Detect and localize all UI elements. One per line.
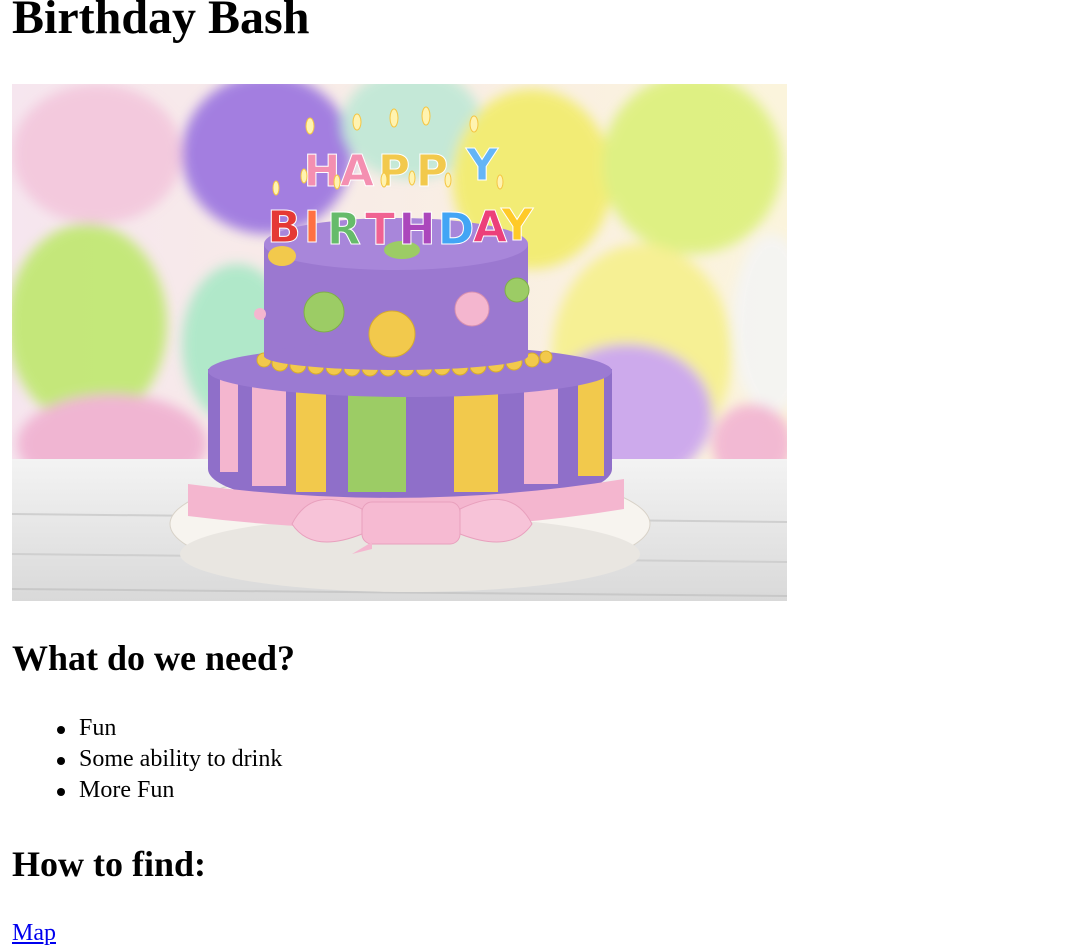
svg-text:Y: Y [465, 140, 499, 191]
list-item: More Fun [12, 775, 282, 806]
svg-text:Y: Y [500, 200, 534, 251]
svg-text:A: A [340, 146, 374, 197]
svg-text:P: P [416, 146, 448, 197]
list-item: Some ability to drink [12, 744, 282, 775]
svg-text:B: B [267, 202, 301, 253]
page-title: Birthday Bash [12, 0, 310, 44]
svg-text:H: H [304, 146, 341, 197]
find-heading: How to find: [12, 844, 207, 884]
needs-heading: What do we need? [12, 638, 296, 678]
svg-text:P: P [378, 146, 410, 197]
svg-text:I: I [304, 202, 320, 253]
svg-text:H: H [399, 204, 436, 255]
needs-list: Fun Some ability to drink More Fun [12, 713, 282, 806]
svg-text:D: D [438, 204, 475, 255]
list-item: Fun [12, 713, 282, 744]
birthday-cake-image: H A P P Y B I R T H D A Y [12, 84, 787, 601]
svg-text:T: T [365, 204, 395, 255]
svg-text:R: R [327, 204, 361, 255]
